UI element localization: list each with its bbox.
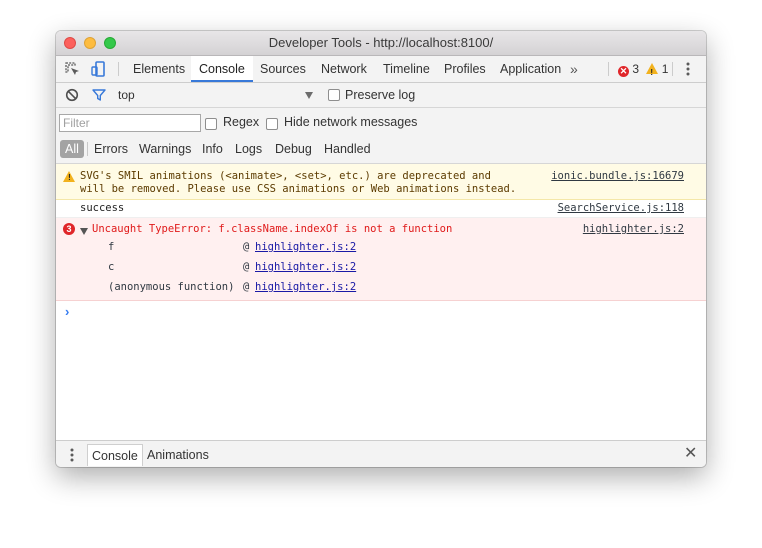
stack-frame-at: @	[243, 241, 250, 253]
error-warning-counter[interactable]: ✕ 3 ! 1	[618, 61, 668, 77]
main-toolbar: Elements Console Sources Network Timelin…	[56, 56, 706, 83]
error-repeat-count: 3	[63, 223, 75, 235]
warning-source-link[interactable]: ionic.bundle.js:16679	[551, 170, 684, 182]
log-source-link[interactable]: SearchService.js:118	[558, 202, 684, 214]
filter-icon[interactable]	[92, 88, 106, 102]
drawer-toolbar: Console Animations ✕	[56, 440, 706, 467]
chevron-down-icon[interactable]	[305, 92, 313, 99]
console-error-message: 3 Uncaught TypeError: f.className.indexO…	[56, 218, 706, 301]
window-title: Developer Tools - http://localhost:8100/	[268, 35, 494, 50]
filter-bar: Regex Hide network messages All Errors W…	[56, 108, 706, 164]
execution-context-select[interactable]: top	[118, 83, 135, 107]
console-warning-message: ! SVG's SMIL animations (<animate>, <set…	[56, 164, 706, 200]
stack-frame-at: @	[243, 281, 250, 293]
drawer-menu-icon[interactable]	[70, 448, 74, 462]
log-text: success	[80, 202, 125, 214]
console-toolbar: top Preserve log	[56, 83, 706, 108]
window-zoom-button[interactable]	[104, 37, 116, 49]
regex-checkbox[interactable]	[205, 118, 217, 130]
error-count: 3	[632, 62, 640, 76]
tab-sources[interactable]: Sources	[252, 56, 314, 82]
level-info-button[interactable]: Info	[199, 140, 226, 158]
device-toolbar-icon[interactable]	[90, 60, 108, 78]
stack-frame-function: f	[108, 241, 115, 253]
stack-frame-link[interactable]: highlighter.js:2	[255, 261, 356, 273]
error-text: Uncaught TypeError: f.className.indexOf …	[92, 223, 453, 235]
stack-frame-at: @	[243, 261, 250, 273]
inspect-element-icon[interactable]	[63, 60, 81, 78]
regex-label: Regex	[223, 115, 260, 129]
level-warnings-button[interactable]: Warnings	[136, 140, 194, 158]
level-errors-button[interactable]: Errors	[91, 140, 131, 158]
stack-frame-link[interactable]: highlighter.js:2	[255, 241, 356, 253]
stack-frame-function: c	[108, 261, 115, 273]
level-all-button[interactable]: All	[60, 140, 84, 158]
hide-network-checkbox[interactable]	[266, 118, 278, 130]
tab-timeline[interactable]: Timeline	[375, 56, 438, 82]
tab-console[interactable]: Console	[191, 56, 253, 82]
toolbar-divider	[118, 62, 119, 76]
stack-frame-link[interactable]: highlighter.js:2	[255, 281, 356, 293]
tab-elements[interactable]: Elements	[125, 56, 193, 82]
console-prompt-icon[interactable]: ›	[65, 304, 69, 319]
warning-icon: !	[63, 171, 75, 182]
tab-application[interactable]: Application	[492, 56, 569, 82]
toolbar-divider	[672, 62, 673, 76]
preserve-log-label: Preserve log	[345, 88, 416, 102]
window-close-button[interactable]	[64, 37, 76, 49]
expand-triangle-icon[interactable]	[80, 228, 88, 235]
warning-text-line2: will be removed. Please use CSS animatio…	[80, 183, 517, 195]
filter-input[interactable]	[59, 114, 201, 132]
level-divider	[87, 142, 88, 156]
close-drawer-icon[interactable]: ✕	[684, 445, 697, 463]
more-tabs-button[interactable]: »	[570, 56, 578, 82]
drawer-tab-console[interactable]: Console	[87, 444, 143, 466]
customize-menu-icon[interactable]	[686, 62, 690, 76]
console-messages: ! SVG's SMIL animations (<animate>, <set…	[56, 164, 706, 440]
warning-icon: !	[646, 63, 659, 77]
hide-network-label: Hide network messages	[284, 115, 418, 129]
error-icon: ✕	[618, 66, 629, 77]
toolbar-divider	[608, 62, 609, 76]
error-source-link[interactable]: highlighter.js:2	[583, 223, 684, 235]
tab-profiles[interactable]: Profiles	[436, 56, 494, 82]
level-debug-button[interactable]: Debug	[272, 140, 315, 158]
title-bar: Developer Tools - http://localhost:8100/	[56, 31, 706, 56]
warning-text-line1: SVG's SMIL animations (<animate>, <set>,…	[80, 170, 491, 182]
stack-frame-function: (anonymous function)	[108, 281, 235, 293]
level-handled-button[interactable]: Handled	[321, 140, 374, 158]
preserve-log-checkbox[interactable]	[328, 89, 340, 101]
window-minimize-button[interactable]	[84, 37, 96, 49]
warning-count: 1	[661, 62, 669, 76]
devtools-window: Developer Tools - http://localhost:8100/…	[56, 31, 706, 467]
console-log-message: success SearchService.js:118	[56, 200, 706, 218]
tab-network[interactable]: Network	[313, 56, 375, 82]
level-logs-button[interactable]: Logs	[232, 140, 265, 158]
clear-console-icon[interactable]	[65, 88, 79, 102]
drawer-tab-animations[interactable]: Animations	[143, 444, 213, 466]
